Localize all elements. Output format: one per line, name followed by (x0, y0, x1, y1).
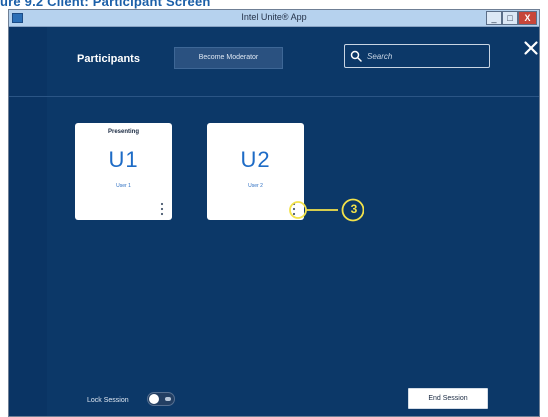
participant-status: Presenting (107, 129, 139, 135)
app-window: Intel Unite® App _ □ X Participants Beco… (8, 9, 540, 417)
participant-initials: U1 (108, 147, 139, 172)
more-vertical-icon[interactable] (292, 202, 296, 216)
toggle-knob (149, 394, 159, 404)
end-session-button[interactable]: End Session (408, 388, 488, 409)
window-close-button[interactable]: X (518, 11, 537, 25)
toggle-icon (165, 397, 171, 401)
search-field[interactable] (344, 44, 490, 68)
more-vertical-icon[interactable] (160, 202, 164, 216)
participant-tile[interactable]: Presenting U1 User 1 (75, 123, 172, 220)
callout-number: 3 (350, 202, 358, 216)
minimize-button[interactable]: _ (486, 11, 502, 25)
lock-session-label: Lock Session (87, 397, 129, 404)
document-figure-heading: ure 9.2 Client: Participant Screen (0, 0, 211, 9)
close-icon[interactable] (523, 40, 539, 56)
become-moderator-button[interactable]: Become Moderator (174, 47, 283, 69)
participant-name: User 2 (248, 183, 263, 189)
title-bar: Intel Unite® App _ □ X (9, 10, 539, 27)
search-input[interactable] (365, 48, 483, 64)
participant-initials: U2 (240, 147, 271, 172)
lock-session-toggle[interactable] (147, 392, 175, 406)
screenshot-root: ure 9.2 Client: Participant Screen Intel… (0, 0, 548, 417)
window-title: Intel Unite® App (241, 12, 307, 22)
page-title: Participants (77, 53, 140, 65)
participant-tile[interactable]: U2 User 2 (207, 123, 304, 220)
participant-name: User 1 (116, 183, 131, 189)
search-icon (350, 50, 362, 62)
maximize-button[interactable]: □ (502, 11, 518, 25)
